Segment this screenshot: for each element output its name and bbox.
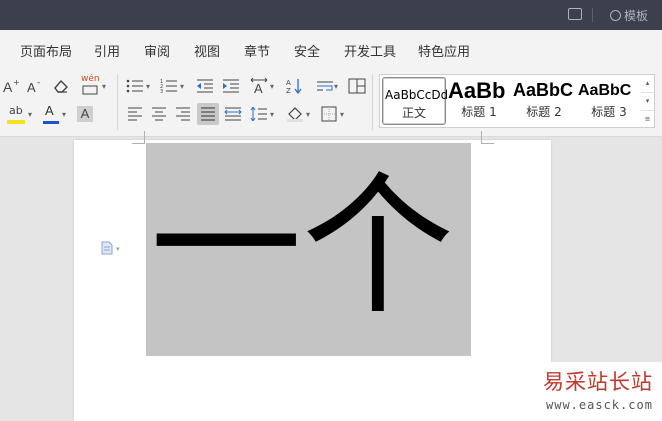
document-text-block[interactable]: 一个 (146, 143, 471, 356)
style-name: 正文 (401, 106, 426, 120)
align-center-icon[interactable] (148, 104, 170, 124)
menu-bar: 页面布局 引用 审阅 视图 章节 安全 开发工具 特色应用 (0, 30, 662, 68)
svg-text:A: A (286, 79, 291, 87)
title-bar: 模板 (0, 0, 662, 30)
svg-text:A: A (27, 80, 36, 94)
menu-developer-tools[interactable]: 开发工具 (344, 41, 396, 60)
more-styles-icon[interactable]: ≡ (641, 111, 654, 128)
chevron-down-icon[interactable]: ▾ (102, 82, 106, 91)
font-color-button[interactable]: A (40, 103, 62, 124)
highlight-button[interactable]: ab (6, 104, 26, 124)
chevron-down-icon[interactable]: ▾ (28, 110, 32, 119)
chevron-down-icon[interactable]: ▾ (270, 82, 274, 91)
svg-text:Z: Z (286, 87, 291, 94)
borders-icon[interactable] (318, 104, 340, 124)
svg-text:3: 3 (160, 89, 163, 93)
decrease-indent-icon[interactable] (194, 76, 216, 96)
text-direction-icon[interactable]: A (248, 76, 270, 96)
sort-icon[interactable]: AZ (284, 76, 306, 96)
shading-fill-icon[interactable] (284, 104, 306, 124)
increase-indent-icon[interactable] (220, 76, 242, 96)
style-sample: AaBbCcDd (385, 88, 447, 102)
highlight-label: ab (9, 104, 23, 117)
template-label: 模板 (624, 9, 649, 23)
window-mode-icon[interactable] (568, 8, 582, 20)
menu-security[interactable]: 安全 (294, 41, 320, 60)
style-name: 标题 1 (461, 105, 497, 119)
menu-special-apps[interactable]: 特色应用 (418, 41, 470, 60)
chevron-down-icon[interactable]: ▾ (146, 82, 150, 91)
highlight-color-swatch (7, 120, 25, 124)
scroll-down-icon[interactable]: ▾ (641, 93, 654, 111)
chevron-down-icon[interactable]: ▾ (62, 110, 66, 119)
style-gallery: AaBbCcDd 正文 AaBb 标题 1 AaBbC 标题 2 AaBbC 标… (379, 74, 643, 128)
font-color-swatch (43, 121, 59, 124)
character-shading-label: A (77, 106, 93, 122)
template-icon (610, 10, 621, 21)
style-sample: AaBbC (513, 80, 574, 100)
bullet-list-icon[interactable] (124, 76, 146, 96)
svg-text:A: A (254, 81, 263, 94)
scroll-up-icon[interactable]: ▴ (641, 75, 654, 93)
line-spacing-icon[interactable] (248, 104, 270, 124)
chevron-down-icon[interactable]: ▾ (180, 82, 184, 91)
character-shading-button[interactable]: A (74, 104, 96, 124)
menu-page-layout[interactable]: 页面布局 (20, 41, 72, 60)
svg-text:A: A (3, 79, 13, 94)
chevron-down-icon[interactable]: ▾ (334, 82, 338, 91)
distributed-align-icon[interactable] (222, 104, 244, 124)
chevron-down-icon[interactable]: ▾ (340, 110, 344, 119)
style-heading-1[interactable]: AaBb 标题 1 (448, 77, 510, 123)
menu-references[interactable]: 引用 (94, 41, 120, 60)
menu-view[interactable]: 视图 (194, 41, 220, 60)
style-gallery-scroll[interactable]: ▴ ▾ ≡ (641, 74, 655, 128)
svg-text:-: - (37, 78, 40, 88)
clear-format-icon[interactable] (50, 76, 72, 96)
style-sample: AaBb (448, 78, 506, 103)
svg-text:+: + (13, 78, 20, 87)
titlebar-divider (592, 8, 593, 22)
numbered-list-icon[interactable]: 123 (158, 76, 180, 96)
watermark-logo-text: 易采站长站 (543, 370, 653, 394)
paragraph-layout-icon[interactable]: ▾ (101, 240, 120, 255)
grow-font-icon[interactable]: A + (0, 76, 22, 96)
document-text: 一个 (150, 158, 454, 335)
chevron-down-icon[interactable]: ▾ (306, 110, 310, 119)
crop-mark (132, 131, 145, 144)
crop-mark (481, 131, 494, 144)
style-heading-2[interactable]: AaBbC 标题 2 (513, 77, 575, 123)
svg-text:▾: ▾ (116, 245, 120, 253)
shrink-font-icon[interactable]: A- (24, 76, 46, 96)
font-color-label: A (45, 103, 54, 118)
style-normal[interactable]: AaBbCcDd 正文 (382, 77, 447, 125)
watermark-url: www.easck.com (546, 398, 653, 412)
justify-icon[interactable] (197, 103, 219, 125)
align-right-icon[interactable] (172, 104, 194, 124)
style-name: 标题 2 (526, 105, 562, 119)
toolbar-divider (117, 74, 118, 130)
toolbar-divider (372, 74, 373, 130)
style-name: 标题 3 (591, 105, 627, 119)
phonetic-guide-button[interactable]: wén (80, 74, 100, 95)
align-left-icon[interactable] (124, 104, 146, 124)
template-button[interactable]: 模板 (610, 7, 648, 24)
style-sample: AaBbC (578, 82, 632, 99)
show-hide-marks-icon[interactable] (314, 76, 336, 96)
menu-section[interactable]: 章节 (244, 41, 270, 60)
menu-review[interactable]: 审阅 (144, 41, 170, 60)
phonetic-guide-label: wén (81, 74, 100, 84)
style-heading-3[interactable]: AaBbC 标题 3 (578, 77, 640, 123)
chevron-down-icon[interactable]: ▾ (270, 110, 274, 119)
layout-grid-icon[interactable] (346, 76, 368, 96)
